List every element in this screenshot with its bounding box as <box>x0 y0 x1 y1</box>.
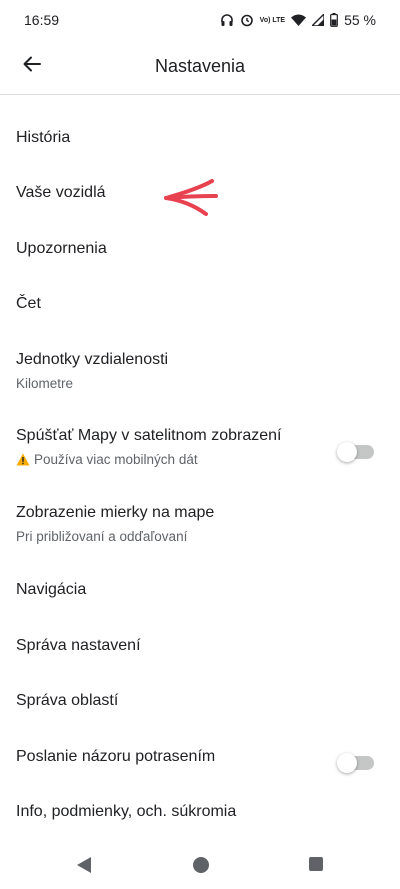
setting-notifications[interactable]: Upozornenia <box>0 239 400 259</box>
alarm-icon <box>240 13 254 27</box>
signal-icon <box>312 14 325 26</box>
setting-title: Jednotky vzdialenosti <box>16 351 169 368</box>
setting-title: História <box>16 129 71 146</box>
status-bar: 16:59 Vo) LTE 55 % <box>0 0 400 40</box>
toggle-thumb <box>337 753 357 773</box>
setting-title: Správa nastavení <box>16 637 141 654</box>
recents-square-icon[interactable] <box>308 856 324 877</box>
status-time: 16:59 <box>24 12 60 28</box>
toggle-thumb <box>337 442 357 462</box>
setting-manage-settings[interactable]: Správa nastavení <box>0 636 400 656</box>
wifi-icon <box>291 14 307 26</box>
setting-map-scale[interactable]: Zobrazenie mierky na mape Pri približova… <box>0 503 400 546</box>
annotation-arrow-icon <box>164 179 218 216</box>
battery-icon <box>330 13 338 27</box>
shake-feedback-toggle[interactable] <box>337 753 374 773</box>
setting-manage-areas[interactable]: Správa oblastí <box>0 691 400 711</box>
volte-icon: Vo) LTE <box>259 16 286 24</box>
setting-title: Správa oblastí <box>16 692 119 709</box>
setting-title: Navigácia <box>16 581 87 598</box>
headphones-icon <box>220 13 234 27</box>
back-triangle-icon[interactable] <box>76 856 92 879</box>
setting-distance-units[interactable]: Jednotky vzdialenosti Kilometre <box>0 350 400 393</box>
setting-subtitle: Používa viac mobilných dát <box>34 452 198 467</box>
app-bar: Nastavenia <box>0 40 400 94</box>
satellite-view-toggle[interactable] <box>337 442 374 462</box>
setting-history[interactable]: História <box>0 128 400 148</box>
setting-subtitle: Kilometre <box>16 376 74 391</box>
setting-about-terms-privacy[interactable]: Info, podmienky, och. súkromia <box>0 802 400 822</box>
setting-title: Upozornenia <box>16 240 107 257</box>
setting-subtitle: Pri približovaní a odďaľovaní <box>16 529 188 544</box>
warning-icon <box>16 453 30 471</box>
system-nav-bar <box>0 842 400 889</box>
setting-title: Info, podmienky, och. súkromia <box>16 803 237 820</box>
setting-chat[interactable]: Čet <box>0 294 400 314</box>
page-title: Nastavenia <box>154 56 246 76</box>
setting-title: Zobrazenie mierky na mape <box>16 504 215 521</box>
battery-percent: 55 % <box>344 12 376 28</box>
setting-navigation[interactable]: Navigácia <box>0 580 400 600</box>
setting-title: Čet <box>16 295 41 312</box>
home-circle-icon[interactable] <box>192 856 210 879</box>
status-icons: Vo) LTE 55 % <box>220 12 376 28</box>
